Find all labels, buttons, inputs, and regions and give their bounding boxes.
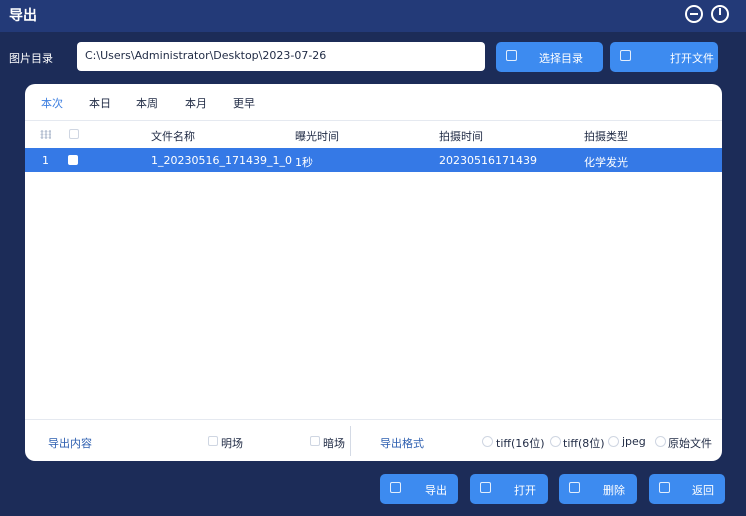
- dark-field-checkbox[interactable]: [310, 436, 320, 446]
- tab-today[interactable]: 本日: [89, 95, 111, 111]
- table-header: 文件名称 曝光时间 拍摄时间 拍摄类型: [25, 120, 722, 148]
- format-raw-label[interactable]: 原始文件: [668, 435, 712, 451]
- export-button-label: 导出: [425, 484, 447, 497]
- tab-this-session[interactable]: 本次: [41, 95, 63, 111]
- back-button[interactable]: 返回: [649, 474, 725, 504]
- minimize-icon[interactable]: [685, 5, 703, 23]
- format-jpeg-radio[interactable]: [608, 436, 619, 447]
- power-icon[interactable]: [711, 5, 729, 23]
- dark-field-label[interactable]: 暗场: [323, 435, 345, 451]
- trash-icon: [569, 482, 580, 493]
- table-row[interactable]: 1 1_20230516_171439_1_0 1秒 2023051617143…: [25, 148, 722, 172]
- open-file-label: 打开文件: [670, 52, 714, 65]
- bright-field-label[interactable]: 明场: [221, 435, 243, 451]
- divider: [350, 426, 351, 456]
- export-format-label: 导出格式: [380, 437, 424, 450]
- select-directory-button[interactable]: 选择目录: [496, 42, 603, 72]
- format-tiff16-label[interactable]: tiff(16位): [496, 435, 545, 451]
- image-icon: [480, 482, 491, 493]
- tab-this-week[interactable]: 本周: [136, 95, 158, 111]
- row-filename: 1_20230516_171439_1_0: [151, 154, 292, 167]
- open-button-label: 打开: [514, 484, 536, 497]
- format-tiff8-label[interactable]: tiff(8位): [563, 435, 605, 451]
- format-raw-radio[interactable]: [655, 436, 666, 447]
- row-exposure: 1秒: [295, 156, 313, 169]
- column-capture-time[interactable]: 拍摄时间: [439, 128, 483, 144]
- format-jpeg-label[interactable]: jpeg: [622, 435, 646, 448]
- export-options: 导出内容 明场 暗场 导出格式 tiff(16位) tiff(8位) jpeg …: [25, 419, 722, 462]
- open-file-button[interactable]: 打开文件: [610, 42, 718, 72]
- undo-icon: [659, 482, 670, 493]
- column-exposure[interactable]: 曝光时间: [295, 128, 339, 144]
- title-bar: 导出: [0, 0, 746, 32]
- format-tiff16-radio[interactable]: [482, 436, 493, 447]
- directory-path-field[interactable]: C:\Users\Administrator\Desktop\2023-07-2…: [77, 42, 485, 71]
- row-capture-time: 20230516171439: [439, 154, 537, 167]
- row-capture-type: 化学发光: [584, 156, 628, 169]
- delete-button-label: 删除: [603, 484, 625, 497]
- select-directory-label: 选择目录: [539, 52, 583, 65]
- grid-icon[interactable]: [40, 130, 51, 139]
- select-all-checkbox[interactable]: [69, 129, 79, 139]
- row-checkbox[interactable]: [68, 155, 78, 165]
- tab-earlier[interactable]: 更早: [233, 95, 255, 111]
- directory-label: 图片目录: [9, 52, 53, 65]
- folder-icon: [620, 50, 631, 61]
- column-capture-type[interactable]: 拍摄类型: [584, 128, 628, 144]
- time-filter-tabs: 本次 本日 本周 本月 更早: [25, 84, 722, 121]
- file-list-panel: 本次 本日 本周 本月 更早 文件名称 曝光时间 拍摄时间 拍摄类型 1 1_2…: [25, 84, 722, 461]
- back-button-label: 返回: [692, 484, 714, 497]
- export-content-label: 导出内容: [48, 437, 92, 450]
- column-filename[interactable]: 文件名称: [151, 128, 195, 144]
- tab-this-month[interactable]: 本月: [185, 95, 207, 111]
- delete-button[interactable]: 删除: [559, 474, 637, 504]
- window-title: 导出: [9, 8, 37, 24]
- row-index: 1: [42, 154, 49, 167]
- open-button[interactable]: 打开: [470, 474, 548, 504]
- bright-field-checkbox[interactable]: [208, 436, 218, 446]
- folder-search-icon: [506, 50, 517, 61]
- export-button[interactable]: 导出: [380, 474, 458, 504]
- upload-icon: [390, 482, 401, 493]
- format-tiff8-radio[interactable]: [550, 436, 561, 447]
